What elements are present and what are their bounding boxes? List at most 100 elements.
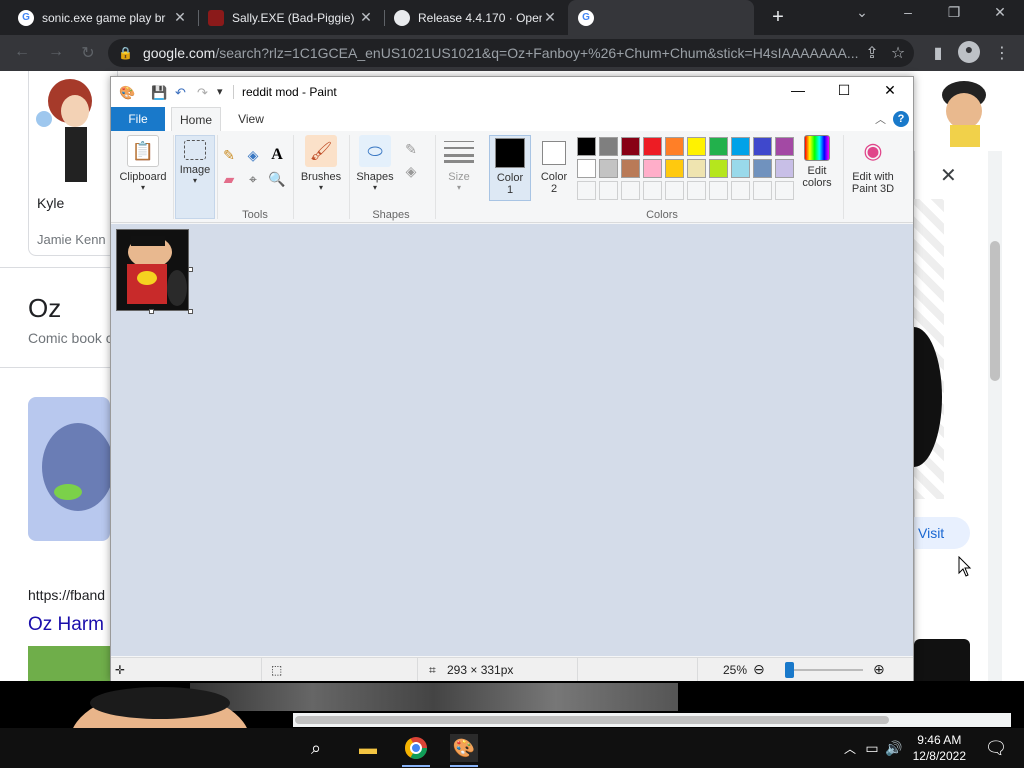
palette-swatch[interactable] — [665, 137, 684, 156]
palette-swatch[interactable] — [775, 181, 794, 200]
address-bar[interactable]: 🔒 google.com /search?rlz=1C1GCEA_enUS102… — [108, 39, 914, 67]
palette-swatch[interactable] — [709, 159, 728, 178]
palette-swatch[interactable] — [577, 137, 596, 156]
palette-swatch[interactable] — [753, 181, 772, 200]
palette-swatch[interactable] — [731, 159, 750, 178]
color-picker-icon[interactable]: ⌖ — [243, 169, 263, 189]
image-button[interactable]: Image ▾ — [175, 135, 215, 219]
search-icon[interactable]: ⌕ — [302, 734, 330, 762]
eraser-icon[interactable]: ▰ — [219, 169, 239, 189]
resize-handle-corner[interactable] — [188, 309, 193, 314]
notifications-icon[interactable]: 🗨 — [982, 734, 1010, 762]
palette-swatch[interactable] — [599, 137, 618, 156]
zoom-out-icon[interactable]: ⊖ — [753, 661, 765, 678]
bookmark-star-icon[interactable]: ☆ — [888, 43, 908, 63]
reload-icon[interactable]: ↻ — [78, 43, 98, 63]
zoom-slider-thumb[interactable] — [785, 662, 794, 678]
palette-swatch[interactable] — [709, 181, 728, 200]
restore-icon[interactable]: ❐ — [934, 4, 974, 21]
paint-app-icon[interactable]: 🎨 — [119, 85, 135, 101]
browser-tab-active[interactable]: G — [568, 0, 754, 35]
palette-swatch[interactable] — [709, 137, 728, 156]
profile-avatar-icon[interactable]: ● — [958, 41, 980, 63]
canvas-image[interactable] — [116, 229, 189, 311]
palette-swatch[interactable] — [643, 181, 662, 200]
palette-swatch[interactable] — [577, 159, 596, 178]
volume-icon[interactable]: 🔊 — [880, 734, 908, 762]
share-icon[interactable]: ⇪ — [862, 43, 882, 63]
tab-home[interactable]: Home — [171, 107, 221, 131]
palette-swatch[interactable] — [599, 159, 618, 178]
magnifier-icon[interactable]: 🔍 — [267, 169, 287, 189]
result-title-link[interactable]: Oz Harm — [28, 614, 104, 636]
canvas-workspace[interactable] — [111, 224, 913, 656]
chrome-icon[interactable] — [402, 734, 430, 762]
palette-swatch[interactable] — [731, 137, 750, 156]
undo-icon[interactable]: ↶ — [175, 85, 186, 101]
close-icon[interactable]: ✕ — [172, 9, 188, 26]
palette-swatch[interactable] — [665, 181, 684, 200]
resize-handle-bottom[interactable] — [149, 309, 154, 314]
brushes-button[interactable]: 🖌 Brushes ▾ — [297, 135, 345, 192]
horizontal-scrollbar[interactable] — [293, 713, 1011, 727]
tab-view[interactable]: View — [229, 107, 273, 131]
zoom-in-icon[interactable]: ⊕ — [873, 661, 885, 678]
tab-file[interactable]: File — [111, 107, 165, 131]
palette-swatch[interactable] — [775, 159, 794, 178]
taskbar-clock[interactable]: 9:46 AM 12/8/2022 — [913, 732, 966, 764]
palette-swatch[interactable] — [687, 181, 706, 200]
palette-swatch[interactable] — [687, 159, 706, 178]
zoom-slider-track[interactable] — [789, 669, 863, 671]
color1-button[interactable]: Color 1 — [489, 135, 531, 201]
file-explorer-icon[interactable]: ▬ — [354, 734, 382, 762]
close-window-icon[interactable]: ✕ — [980, 4, 1020, 21]
palette-swatch[interactable] — [731, 181, 750, 200]
size-button[interactable]: Size ▾ — [439, 135, 479, 192]
outline-icon[interactable]: ✎ — [401, 139, 421, 159]
scrollbar-thumb[interactable] — [990, 241, 1000, 381]
customize-toolbar-chevron-icon[interactable]: ▾ — [217, 85, 223, 98]
save-icon[interactable]: 💾 — [151, 85, 167, 101]
pencil-icon[interactable]: ✎ — [219, 145, 239, 165]
chevron-down-icon[interactable]: ⌄ — [842, 4, 882, 21]
close-icon[interactable]: ✕ — [940, 163, 957, 188]
fill-bucket-icon[interactable]: ◈ — [243, 145, 263, 165]
palette-swatch[interactable] — [687, 137, 706, 156]
maximize-icon[interactable]: ☐ — [821, 82, 867, 99]
edit-with-paint3d-button[interactable]: ◉ Edit with Paint 3D — [845, 135, 901, 195]
side-panel-icon[interactable]: ▮ — [928, 43, 948, 63]
browser-tab-1[interactable]: G sonic.exe game play br ✕ — [8, 0, 198, 35]
shapes-button[interactable]: ⬭ Shapes ▾ — [353, 135, 397, 192]
edit-colors-button[interactable]: Edit colors — [795, 135, 839, 189]
new-tab-plus-icon[interactable]: + — [766, 6, 790, 29]
close-icon[interactable]: ✕ — [542, 9, 558, 26]
close-icon[interactable]: ✕ — [358, 9, 374, 26]
clipboard-button[interactable]: 📋 Clipboard ▾ — [115, 135, 171, 192]
text-tool-icon[interactable]: A — [267, 145, 287, 165]
palette-swatch[interactable] — [775, 137, 794, 156]
paint-taskbar-icon[interactable]: 🎨 — [450, 734, 478, 762]
help-icon[interactable]: ? — [893, 111, 909, 127]
fill-icon[interactable]: ◈ — [401, 161, 421, 181]
palette-swatch[interactable] — [621, 181, 640, 200]
palette-swatch[interactable] — [621, 137, 640, 156]
browser-tab-3[interactable]: Release 4.4.170 · Open ✕ — [384, 0, 568, 35]
palette-swatch[interactable] — [599, 181, 618, 200]
vertical-scrollbar[interactable] — [988, 151, 1002, 681]
minimize-icon[interactable]: — — [775, 82, 821, 98]
resize-handle-right[interactable] — [188, 267, 193, 272]
palette-swatch[interactable] — [753, 159, 772, 178]
kebab-menu-icon[interactable]: ⋮ — [992, 43, 1012, 63]
result-thumbnail[interactable] — [28, 397, 110, 541]
back-arrow-icon[interactable]: ← — [12, 43, 32, 61]
palette-swatch[interactable] — [643, 137, 662, 156]
palette-swatch[interactable] — [643, 159, 662, 178]
redo-icon[interactable]: ↷ — [197, 85, 208, 101]
forward-arrow-icon[interactable]: → — [46, 43, 66, 61]
browser-tab-2[interactable]: Sally.EXE (Bad-Piggie) ✕ — [198, 0, 384, 35]
palette-swatch[interactable] — [621, 159, 640, 178]
close-window-icon[interactable]: ✕ — [867, 82, 913, 99]
palette-swatch[interactable] — [665, 159, 684, 178]
minimize-icon[interactable]: – — [888, 4, 928, 20]
scrollbar-thumb[interactable] — [295, 716, 889, 724]
